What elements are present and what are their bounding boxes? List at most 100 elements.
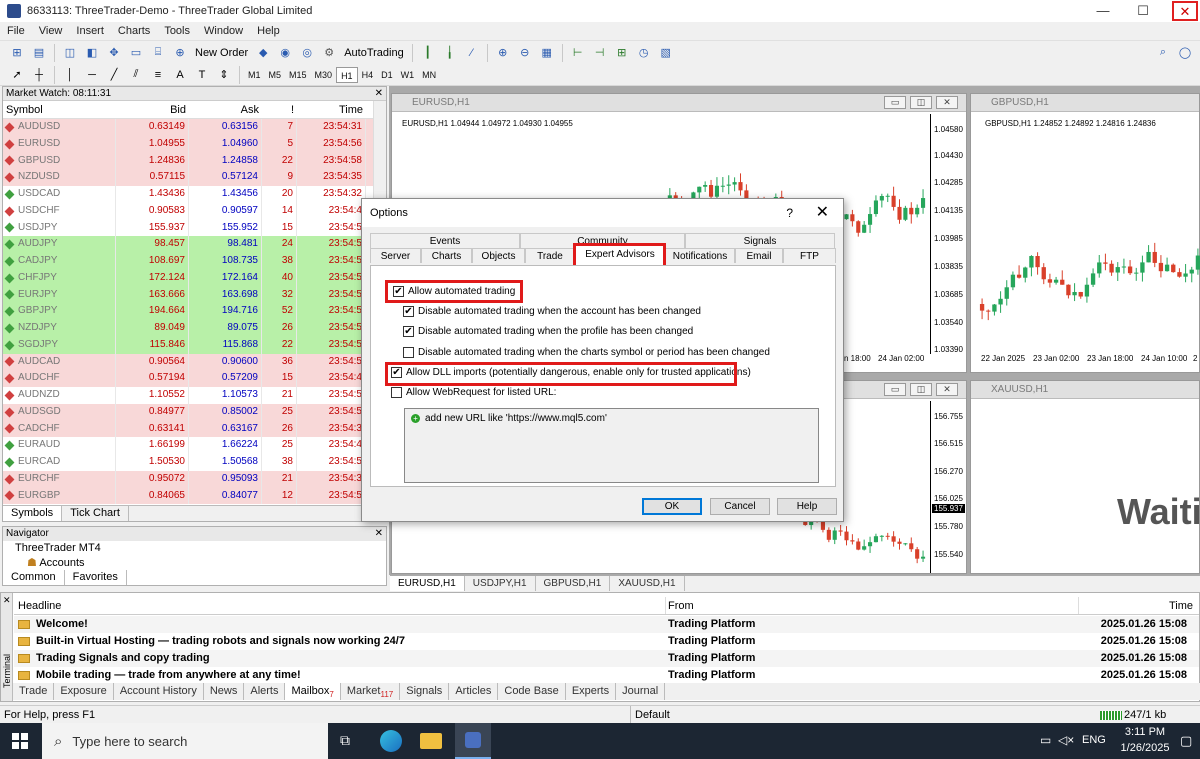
data-window-icon[interactable]: ◧ [83,44,101,62]
market-watch-row[interactable]: EURUSD 1.04955 1.04960 5 23:54:56 [3,135,386,153]
column-bid[interactable]: Bid [116,101,189,118]
allow-webrequest-checkbox[interactable]: Allow WebRequest for listed URL: [391,387,556,398]
market-watch-row[interactable]: AUDNZD 1.10552 1.10573 21 23:54:5 [3,387,386,404]
text-icon[interactable]: A [171,66,189,84]
zoom-in-icon[interactable]: ⊕ [494,44,512,62]
add-icon[interactable]: + [411,414,420,423]
tab-signals[interactable]: Signals [400,683,450,700]
webrequest-url-list[interactable]: + add new URL like 'https://www.mql5.com… [404,408,819,483]
tab-charts[interactable]: Charts [421,248,472,263]
profiles-icon[interactable]: ▤ [30,44,48,62]
timeframe-h4[interactable]: H4 [358,67,378,83]
tab-ftp[interactable]: FTP [783,248,836,263]
language-indicator[interactable]: ENG [1082,734,1106,746]
close-icon[interactable]: ✕ [936,96,958,109]
timeframe-w1[interactable]: W1 [397,67,419,83]
tab-alerts[interactable]: Alerts [244,683,286,700]
line-chart-icon[interactable]: ⁄ [463,44,481,62]
close-icon[interactable]: ✕ [816,199,829,227]
tile-windows-icon[interactable]: ▦ [538,44,556,62]
menu-help[interactable]: Help [250,25,287,37]
terminal-icon[interactable]: ▭ [127,44,145,62]
tester-icon[interactable]: ⌸ [149,44,167,62]
tab-symbols[interactable]: Symbols [3,506,63,521]
minimize-icon[interactable]: ▭ [884,96,906,109]
horizontal-line-icon[interactable]: ─ [83,66,101,84]
close-icon[interactable]: ✕ [375,527,383,541]
close-button[interactable]: ✕ [1172,1,1198,21]
tab-code-base[interactable]: Code Base [498,683,566,700]
tab-favorites[interactable]: Favorites [65,570,127,585]
templates-icon[interactable]: ▧ [657,44,675,62]
market-watch-row[interactable]: AUDJPY 98.457 98.481 24 23:54:5 [3,236,386,253]
tab-mailbox[interactable]: Mailbox7 [285,683,341,700]
menu-insert[interactable]: Insert [69,25,111,37]
chart-tab-eurusd[interactable]: EURUSD,H1 [390,576,465,591]
timeframe-mn[interactable]: MN [418,67,440,83]
chat-bubble-icon[interactable]: ◯ [1176,44,1194,62]
autotrading-icon[interactable]: ⚙ [320,44,338,62]
help-button[interactable]: Help [777,498,837,515]
autoscroll-icon[interactable]: ⊣ [591,44,609,62]
column-from[interactable]: From [666,597,1079,614]
navigator-item-terminal[interactable]: ThreeTrader MT4 [3,541,386,556]
windows-start-icon[interactable] [12,733,28,749]
table-row[interactable]: Welcome! Trading Platform 2025.01.26 15:… [14,616,1199,633]
metaeditor-icon[interactable]: ◆ [254,44,272,62]
navigator-icon[interactable]: ✥ [105,44,123,62]
disable-on-symbol-change-checkbox[interactable]: Disable automated trading when the chart… [403,347,770,358]
timeframe-m15[interactable]: M15 [285,67,311,83]
close-icon[interactable]: ✕ [936,383,958,396]
tab-common[interactable]: Common [3,570,65,585]
market-watch-row[interactable]: EURAUD 1.66199 1.66224 25 23:54:4 [3,437,386,454]
market-watch-row[interactable]: CADJPY 108.697 108.735 38 23:54:5 [3,253,386,270]
table-row[interactable]: Mobile trading — trade from anywhere at … [14,667,1199,684]
ok-button[interactable]: OK [642,498,702,515]
tab-tick-chart[interactable]: Tick Chart [62,506,129,521]
market-watch-row[interactable]: NZDJPY 89.049 89.075 26 23:54:5 [3,320,386,337]
tab-exposure[interactable]: Exposure [54,683,114,700]
equidistant-channel-icon[interactable]: ⫽ [127,66,145,84]
indicators-icon[interactable]: ⊞ [613,44,631,62]
timeframe-h1[interactable]: H1 [336,66,358,83]
tab-account-history[interactable]: Account History [114,683,204,700]
new-order-button[interactable]: New Order [191,44,252,62]
cancel-button[interactable]: Cancel [710,498,770,515]
timeframe-m1[interactable]: M1 [244,67,265,83]
tab-news[interactable]: News [204,683,245,700]
new-chart-icon[interactable]: ⊞ [8,44,26,62]
chart-tab-gbpusd[interactable]: GBPUSD,H1 [536,576,611,591]
minimize-button[interactable]: — [1086,0,1120,22]
search-icon[interactable]: ⌕ [1154,44,1172,62]
market-watch-row[interactable]: EURCAD 1.50530 1.50568 38 23:54:5 [3,454,386,471]
column-ask[interactable]: Ask [189,101,262,118]
minimize-icon[interactable]: ▭ [884,383,906,396]
cursor-icon[interactable]: ➚ [8,66,26,84]
disable-on-profile-change-checkbox[interactable]: ✔ Disable automated trading when the pro… [403,326,693,337]
menu-tools[interactable]: Tools [157,25,197,37]
add-url-placeholder[interactable]: add new URL like 'https://www.mql5.com' [425,413,607,424]
chart-tab-xauusd[interactable]: XAUUSD,H1 [610,576,685,591]
market-watch-row[interactable]: AUDCAD 0.90564 0.90600 36 23:54:5 [3,353,386,371]
timeframe-m5[interactable]: M5 [265,67,286,83]
market-watch-row[interactable]: EURCHF 0.95072 0.95093 21 23:54:3 [3,470,386,488]
timeframe-m30[interactable]: M30 [311,67,337,83]
signals-icon[interactable]: ◎ [298,44,316,62]
new-order-icon[interactable]: ⊕ [171,44,189,62]
volume-icon[interactable]: ◁× [1058,733,1074,747]
market-watch-row[interactable]: GBPJPY 194.664 194.716 52 23:54:5 [3,303,386,320]
column-time[interactable]: Time [297,101,366,118]
market-watch-row[interactable]: NZDUSD 0.57115 0.57124 9 23:54:35 [3,169,386,186]
market-watch-row[interactable]: CADCHF 0.63141 0.63167 26 23:54:3 [3,420,386,438]
market-watch-row[interactable]: USDCAD 1.43436 1.43456 20 23:54:32 [3,186,386,203]
tab-signals[interactable]: Signals [685,233,835,248]
restore-icon[interactable]: ◫ [910,96,932,109]
file-explorer-icon[interactable] [420,733,442,749]
zoom-out-icon[interactable]: ⊖ [516,44,534,62]
chart-gbpusd[interactable]: GBPUSD,H1 GBPUSD,H1 1.24852 1.24892 1.24… [970,93,1200,373]
market-watch-icon[interactable]: ◫ [61,44,79,62]
task-view-icon[interactable]: ⧉ [340,732,350,749]
notifications-icon[interactable]: ▢ [1180,733,1192,749]
arrows-icon[interactable]: ⇕ [215,66,233,84]
bar-chart-icon[interactable]: ┃ [419,44,437,62]
